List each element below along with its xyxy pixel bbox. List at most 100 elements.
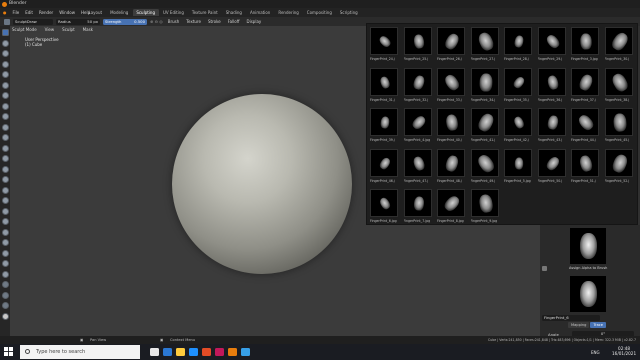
texture-thumbnail[interactable] bbox=[437, 148, 465, 177]
sculpt-tool-icon[interactable] bbox=[2, 123, 9, 131]
taskbar-search-input[interactable]: Type here to search bbox=[20, 345, 140, 359]
texture-thumbnail[interactable] bbox=[470, 108, 499, 136]
preview-options-icon[interactable] bbox=[542, 266, 547, 271]
texture-thumbnail[interactable] bbox=[604, 108, 633, 136]
texture-thumbnail[interactable] bbox=[370, 27, 398, 55]
texture-thumbnail[interactable] bbox=[403, 108, 432, 136]
texture-thumbnail[interactable] bbox=[604, 148, 633, 177]
taskbar-app-icon[interactable] bbox=[189, 348, 198, 356]
texture-thumbnail[interactable] bbox=[437, 27, 465, 55]
sculpt-tool-icon[interactable] bbox=[2, 281, 9, 288]
taskbar-clock[interactable]: 02:48 16/01/2021 bbox=[612, 346, 636, 356]
windows-start-icon[interactable] bbox=[4, 347, 13, 356]
sculpt-tool-icon[interactable] bbox=[2, 165, 9, 173]
sculpt-tool-icon[interactable] bbox=[2, 29, 9, 36]
taskbar-app-icon[interactable] bbox=[150, 348, 159, 356]
texture-thumbnail[interactable] bbox=[571, 27, 599, 55]
taskbar-app-icon[interactable] bbox=[202, 348, 211, 356]
tool-icon[interactable] bbox=[4, 18, 10, 25]
sculpt-tool-icon[interactable] bbox=[2, 197, 9, 204]
texture-thumbnail[interactable] bbox=[470, 67, 499, 96]
sculpt-tool-icon[interactable] bbox=[2, 228, 9, 236]
texture-thumbnail[interactable] bbox=[504, 67, 532, 96]
menu-window[interactable]: Window bbox=[56, 10, 78, 15]
texture-thumbnail[interactable] bbox=[571, 148, 599, 177]
sculpt-sphere[interactable] bbox=[172, 94, 352, 274]
texture-thumbnail[interactable] bbox=[370, 108, 398, 136]
sculpt-tool-icon[interactable] bbox=[2, 71, 9, 78]
texture-thumbnail[interactable] bbox=[571, 108, 599, 136]
taskbar-app-icon[interactable] bbox=[215, 348, 224, 356]
sculpt-tool-icon[interactable] bbox=[2, 218, 9, 225]
texture-thumbnail[interactable] bbox=[437, 67, 465, 96]
texture-thumbnail[interactable] bbox=[470, 189, 499, 217]
workspace-tab[interactable]: Sculpting bbox=[132, 9, 159, 16]
workspace-tab[interactable]: Modeling bbox=[107, 9, 132, 16]
mask-menu[interactable]: Mask bbox=[80, 27, 96, 33]
sculpt-tool-icon[interactable] bbox=[2, 207, 9, 215]
sculpt-tool-icon[interactable] bbox=[2, 144, 9, 152]
strength-field[interactable]: Strength 0.500 bbox=[103, 18, 147, 25]
sculpt-tool-icon[interactable] bbox=[2, 50, 9, 57]
texture-thumbnail[interactable] bbox=[571, 67, 599, 96]
texture-thumbnail[interactable] bbox=[403, 148, 432, 177]
taskbar-app-icon[interactable] bbox=[163, 348, 172, 356]
workspace-tab[interactable]: Layout bbox=[85, 9, 106, 16]
menu-render[interactable]: Render bbox=[36, 10, 56, 15]
display-dropdown[interactable]: Display bbox=[245, 19, 264, 25]
sculpt-tool-icon[interactable] bbox=[2, 134, 9, 141]
taskbar-app-icon[interactable] bbox=[228, 348, 237, 356]
taskbar-app-icon[interactable] bbox=[176, 348, 185, 356]
workspace-tab[interactable]: Compositing bbox=[303, 9, 335, 16]
texture-thumbnail[interactable] bbox=[403, 189, 432, 217]
sculpt-tool-icon[interactable] bbox=[2, 249, 9, 257]
texture-dropdown[interactable]: Texture bbox=[184, 19, 203, 25]
sculpt-tool-icon[interactable] bbox=[2, 186, 9, 194]
texture-thumbnail[interactable] bbox=[470, 148, 499, 177]
texture-thumbnail[interactable] bbox=[504, 148, 532, 177]
texture-thumbnail[interactable] bbox=[403, 67, 432, 96]
brush-settings-icons[interactable]: ⊕ ⊖ ◎ bbox=[150, 19, 163, 24]
sculpt-menu[interactable]: Sculpt bbox=[59, 27, 78, 33]
sculpt-tool-icon[interactable] bbox=[2, 260, 9, 267]
brush-texture-preview[interactable] bbox=[570, 228, 606, 264]
stroke-dropdown[interactable]: Stroke bbox=[206, 19, 223, 25]
sculpt-tool-icon[interactable] bbox=[2, 113, 9, 120]
sculpt-tool-icon[interactable] bbox=[2, 92, 9, 99]
sculpt-tool-icon[interactable] bbox=[2, 102, 9, 110]
sculpt-tool-icon[interactable] bbox=[2, 39, 9, 47]
sculpt-tool-icon[interactable] bbox=[2, 291, 9, 299]
sculpt-tool-icon[interactable] bbox=[2, 302, 9, 309]
assign-alpha-button[interactable]: Assign Alpha to Brush bbox=[569, 266, 607, 270]
texture-thumbnail[interactable] bbox=[437, 108, 465, 136]
taskbar-app-icon[interactable] bbox=[241, 348, 250, 356]
brush-name-field[interactable]: SculptDraw bbox=[13, 18, 53, 25]
language-indicator[interactable]: ENG bbox=[591, 350, 600, 355]
menu-file[interactable]: File bbox=[10, 10, 23, 15]
sculpt-tool-icon[interactable] bbox=[2, 81, 9, 89]
sculpt-tool-icon[interactable] bbox=[2, 270, 9, 278]
brush-dropdown[interactable]: Brush bbox=[166, 19, 182, 25]
menu-edit[interactable]: Edit bbox=[22, 10, 36, 15]
texture-thumbnail[interactable] bbox=[504, 27, 532, 55]
texture-thumbnail[interactable] bbox=[403, 27, 432, 55]
workspace-tab[interactable]: Texture Paint bbox=[188, 9, 221, 16]
mode-selector[interactable]: Sculpt Mode bbox=[9, 27, 40, 33]
texture-thumbnail[interactable] bbox=[370, 148, 398, 177]
texture-thumbnail[interactable] bbox=[437, 189, 465, 217]
texture-thumbnail[interactable] bbox=[604, 67, 633, 96]
workspace-tab[interactable]: UV Editing bbox=[160, 9, 188, 16]
workspace-tab[interactable]: Scripting bbox=[336, 9, 361, 16]
texture-thumbnail[interactable] bbox=[537, 108, 566, 136]
texture-thumbnail[interactable] bbox=[470, 27, 499, 55]
workspace-tab[interactable]: Animation bbox=[246, 9, 273, 16]
sculpt-tool-icon[interactable] bbox=[2, 312, 9, 320]
texture-slot-preview[interactable] bbox=[570, 276, 606, 312]
texture-thumbnail[interactable] bbox=[370, 189, 398, 217]
sculpt-tool-icon[interactable] bbox=[2, 60, 9, 68]
workspace-tab[interactable]: Shading bbox=[222, 9, 245, 16]
texture-thumbnail[interactable] bbox=[604, 27, 633, 55]
tab-trace[interactable]: Trace bbox=[590, 322, 606, 328]
texture-thumbnail[interactable] bbox=[504, 108, 532, 136]
texture-thumbnail[interactable] bbox=[537, 67, 566, 96]
